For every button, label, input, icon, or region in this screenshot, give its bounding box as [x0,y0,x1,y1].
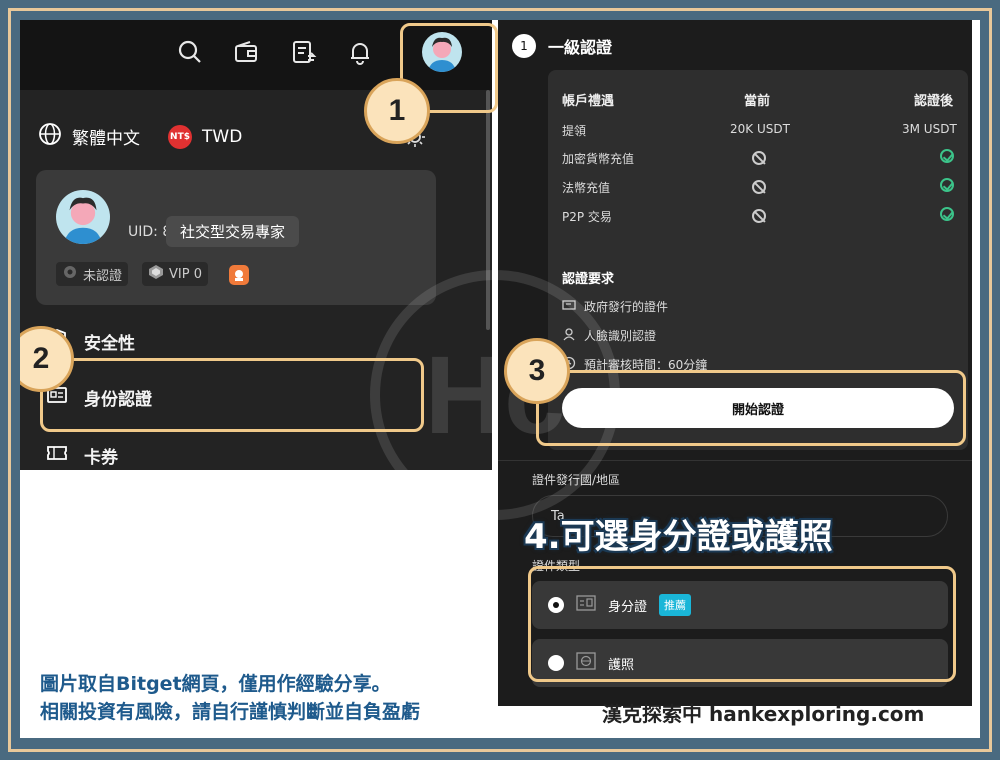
social-trader-badge-icon[interactable] [228,264,250,290]
highlight-box-identity-menu [40,358,424,432]
disclaimer-line1: 圖片取自Bitget網頁，僅用作經驗分享。 [40,673,391,695]
check-circle-icon [940,149,954,163]
verification-level-title: 一級認證 [548,38,613,57]
highlight-box-start-button [536,370,966,446]
column-header-after: 認證後 [914,94,954,109]
bell-icon[interactable] [346,38,374,66]
column-header-benefits: 帳戶禮遇 [562,94,615,109]
orders-icon[interactable] [290,38,318,66]
requirements-title: 認證要求 [562,272,615,287]
ban-icon [752,151,766,165]
step4-annotation-text: 4.可選身分證或護照 [524,517,833,557]
check-circle-icon [940,178,954,192]
footer: 圖片取自Bitget網頁，僅用作經驗分享。 相關投資有風險，請自行謹慎判斷並自負… [20,666,980,738]
step1-badge: 1 [364,78,430,144]
brand-caption: 漢克探索中 hankexploring.com [602,702,925,726]
tooltip: 社交型交易專家 [166,216,300,247]
row-current-value: 20K USDT [730,122,790,136]
status-unverified-label: 未認證 [83,268,123,284]
row-name: 法幣充值 [562,181,611,195]
menu-item-label: 安全性 [84,334,135,354]
row-name: 提領 [562,124,587,138]
disclaimer: 圖片取自Bitget網頁，僅用作經驗分享。 相關投資有風險，請自行謹慎判斷並自負… [40,670,420,726]
search-icon[interactable] [176,38,204,66]
requirement-label: 政府發行的證件 [584,300,669,314]
verification-status-badge[interactable]: 未認證 [56,262,129,286]
language-label[interactable]: 繁體中文 [72,124,140,149]
ban-icon [752,180,766,194]
gear-badge-icon [62,264,78,284]
check-circle-icon [940,207,954,221]
column-header-current: 當前 [744,94,771,109]
screenshot-canvas: 繁體中文 NT$ TWD UID: 8 社交型交易專家 未認證 VIP 0 安全… [20,20,980,738]
row-after-value: 3M USDT [902,122,957,136]
row-name: P2P 交易 [562,210,612,224]
vip-label: VIP 0 [169,266,202,282]
vip-badge[interactable]: VIP 0 [142,262,208,286]
ticket-icon [46,442,68,469]
verification-level-header: 1 一級認證 [512,34,612,58]
step-number-badge: 1 [512,34,536,58]
currency-badge-icon: NT$ [168,124,192,149]
menu-item-label: 卡券 [84,448,118,468]
uid-text[interactable]: UID: 8 [128,224,171,240]
step3-badge: 3 [504,338,570,404]
wallet-icon[interactable] [232,38,260,66]
row-name: 加密貨幣充值 [562,152,635,166]
menu-item-coupons[interactable]: 卡券 [46,442,118,469]
ban-icon [752,209,766,223]
diamond-icon [148,264,164,284]
language-currency-row: 繁體中文 NT$ TWD [38,122,242,151]
globe-icon[interactable] [38,122,62,151]
highlight-box-document-options [528,566,956,682]
disclaimer-line2: 相關投資有風險，請自行謹慎判斷並自負盈虧 [40,701,421,723]
currency-label[interactable]: TWD [202,127,242,147]
profile-avatar [56,190,110,244]
profile-card: UID: 8 社交型交易專家 未認證 VIP 0 [36,170,436,305]
